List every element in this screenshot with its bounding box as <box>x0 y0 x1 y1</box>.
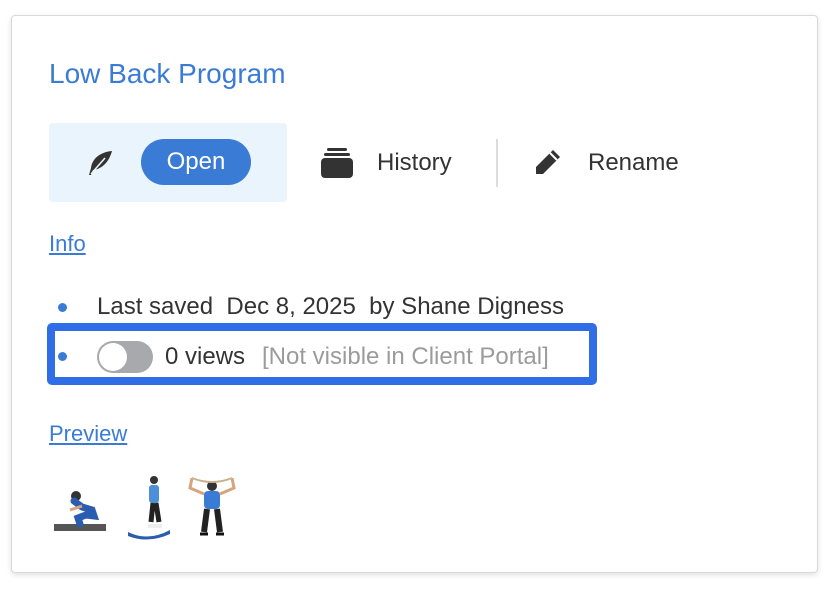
last-saved-text: Last saved Dec 8, 2025 by Shane Digness <box>97 293 564 320</box>
preview-link[interactable]: Preview <box>49 421 127 447</box>
bullet-dot <box>58 303 67 312</box>
band-pull-exercise-thumbnail[interactable] <box>182 474 242 540</box>
program-title[interactable]: Low Back Program <box>49 58 286 90</box>
squat-exercise-thumbnail[interactable] <box>52 474 108 540</box>
history-button[interactable]: History <box>321 123 452 202</box>
feather-icon <box>89 151 112 175</box>
open-section: Open <box>49 123 287 202</box>
rename-label: Rename <box>588 148 679 176</box>
action-bar: Open History Rename <box>49 123 679 202</box>
action-divider <box>496 139 498 187</box>
rename-button[interactable]: Rename <box>532 123 679 202</box>
program-card: Low Back Program Open History Rename Inf… <box>11 15 818 573</box>
pencil-icon <box>536 149 560 174</box>
lunge-exercise-thumbnail[interactable] <box>118 474 174 540</box>
history-label: History <box>377 148 452 176</box>
exercise-thumbnails <box>52 474 252 540</box>
highlight-box <box>47 323 597 385</box>
stack-icon <box>321 147 353 178</box>
info-link[interactable]: Info <box>49 231 86 257</box>
open-button[interactable]: Open <box>141 139 251 185</box>
